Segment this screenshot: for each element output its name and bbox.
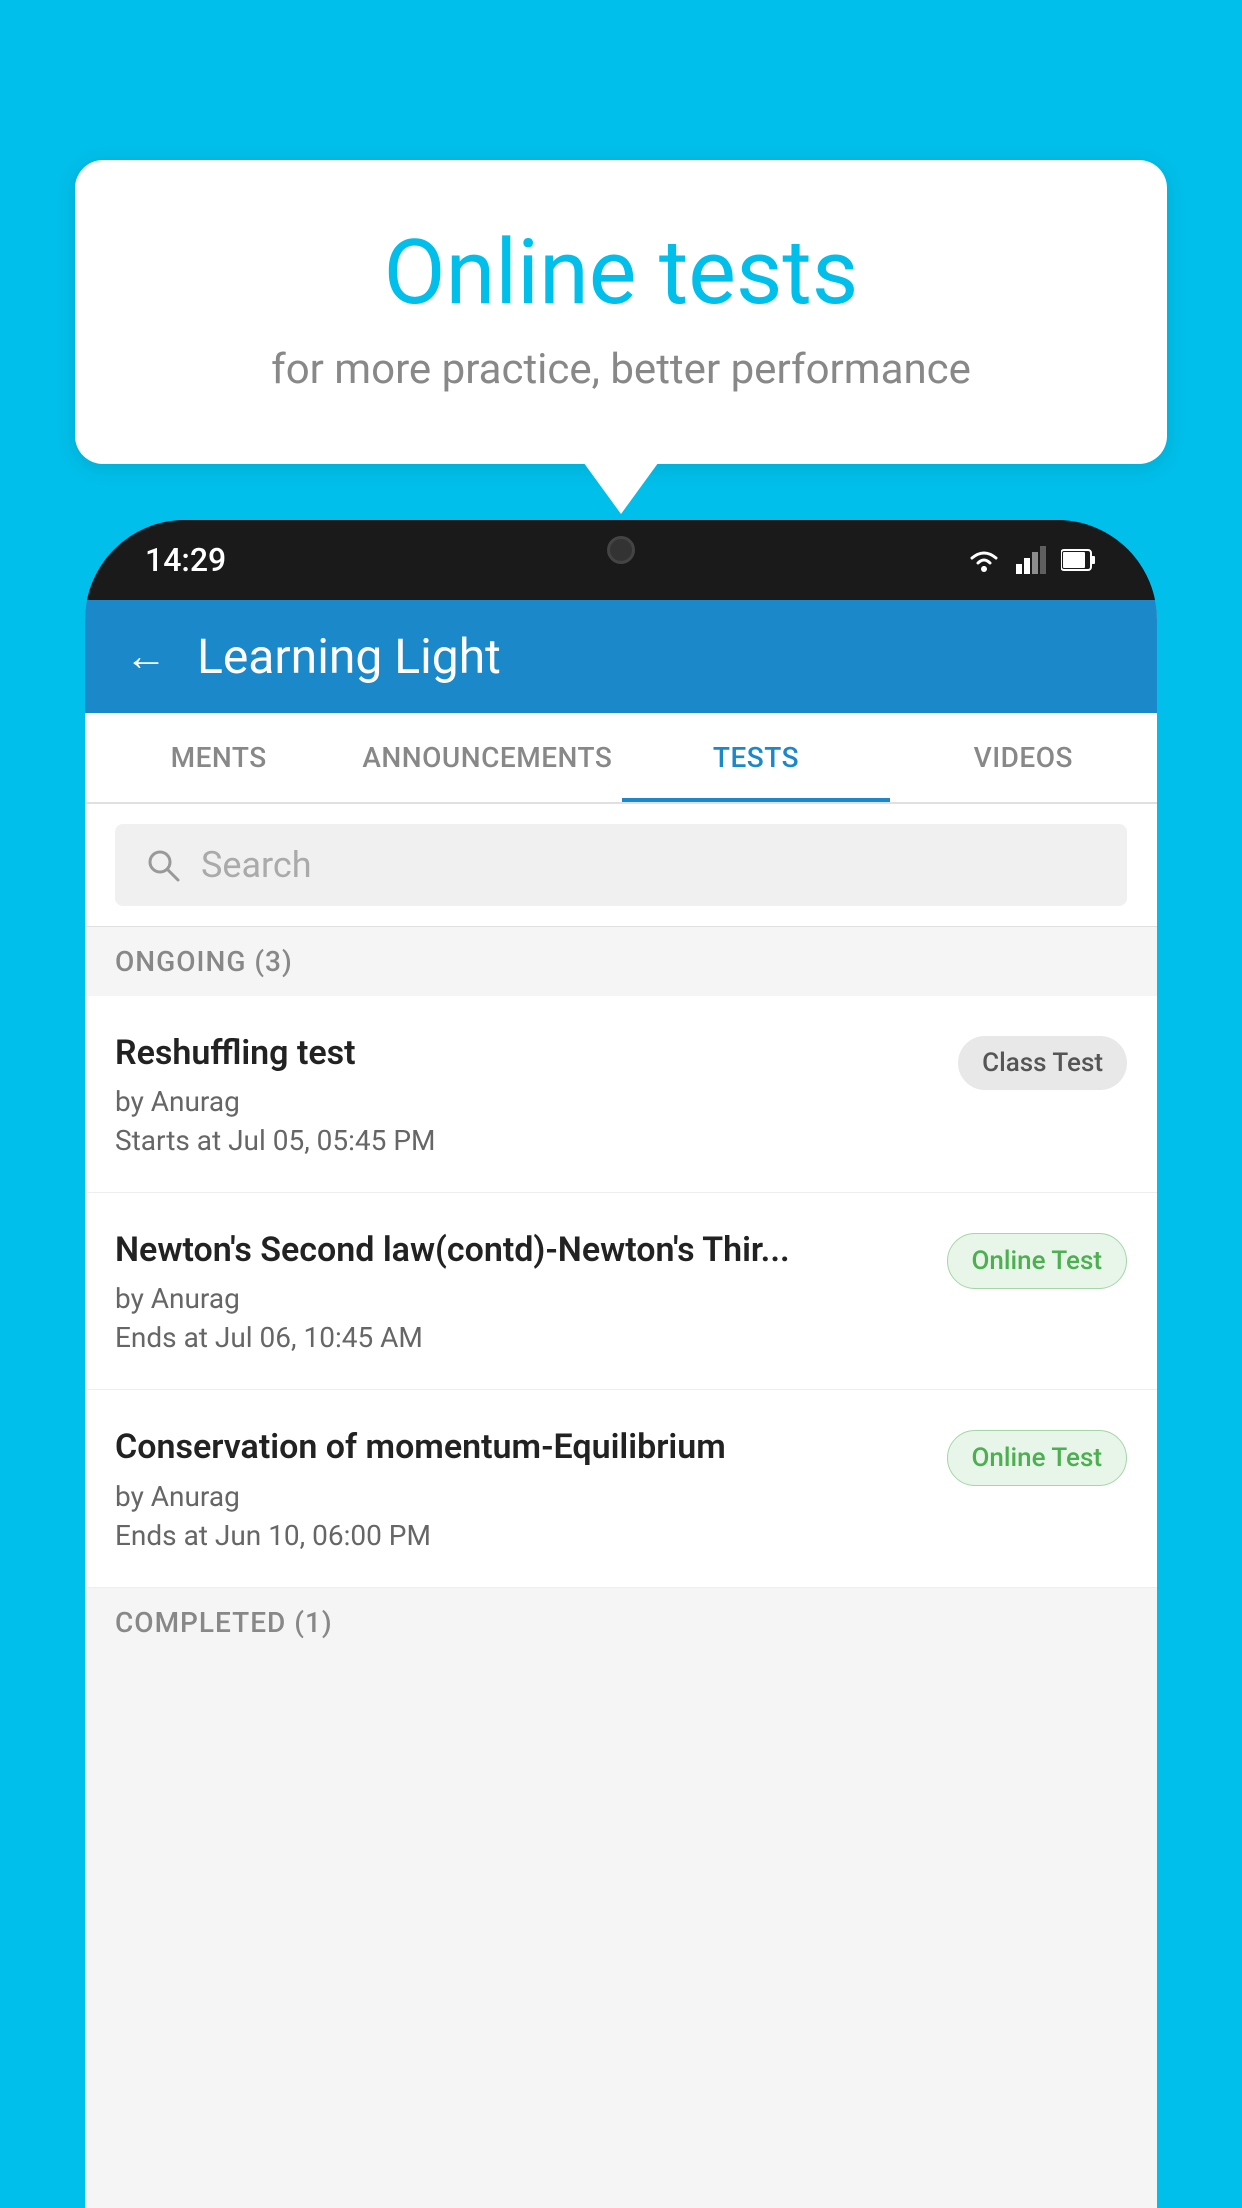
test-list: Reshuffling test by Anurag Starts at Jul… bbox=[85, 996, 1157, 1588]
test-badge: Online Test bbox=[947, 1233, 1128, 1289]
test-info: Newton's Second law(contd)-Newton's Thir… bbox=[115, 1228, 927, 1354]
test-item[interactable]: Conservation of momentum-Equilibrium by … bbox=[85, 1390, 1157, 1587]
camera bbox=[607, 536, 635, 564]
search-bar[interactable]: Search bbox=[115, 824, 1127, 906]
test-by: by Anurag bbox=[115, 1480, 927, 1513]
test-item[interactable]: Newton's Second law(contd)-Newton's Thir… bbox=[85, 1193, 1157, 1390]
test-badge: Online Test bbox=[947, 1430, 1128, 1486]
test-time: Ends at Jun 10, 06:00 PM bbox=[115, 1519, 927, 1552]
test-name: Reshuffling test bbox=[115, 1031, 938, 1075]
test-info: Conservation of momentum-Equilibrium by … bbox=[115, 1425, 927, 1551]
test-time: Ends at Jul 06, 10:45 AM bbox=[115, 1321, 927, 1354]
tab-bar: MENTS ANNOUNCEMENTS TESTS VIDEOS bbox=[85, 713, 1157, 804]
tab-videos[interactable]: VIDEOS bbox=[890, 713, 1157, 802]
back-button[interactable]: ← bbox=[125, 632, 167, 681]
phone-notch bbox=[531, 520, 711, 580]
ongoing-label: ONGOING (3) bbox=[85, 927, 1157, 996]
search-icon bbox=[145, 847, 181, 883]
status-time: 14:29 bbox=[145, 541, 226, 579]
test-info: Reshuffling test by Anurag Starts at Jul… bbox=[115, 1031, 938, 1157]
tab-tests[interactable]: TESTS bbox=[622, 713, 889, 802]
test-item[interactable]: Reshuffling test by Anurag Starts at Jul… bbox=[85, 996, 1157, 1193]
bubble-subtitle: for more practice, better performance bbox=[155, 345, 1087, 394]
completed-label: COMPLETED (1) bbox=[85, 1588, 1157, 1657]
status-icons bbox=[967, 546, 1097, 574]
test-by: by Anurag bbox=[115, 1085, 938, 1118]
search-placeholder-text: Search bbox=[201, 844, 312, 886]
search-container: Search bbox=[85, 804, 1157, 927]
tab-announcements[interactable]: ANNOUNCEMENTS bbox=[352, 713, 622, 802]
test-by: by Anurag bbox=[115, 1282, 927, 1315]
tab-ments[interactable]: MENTS bbox=[85, 713, 352, 802]
signal-icon bbox=[1016, 546, 1046, 574]
phone-frame: 14:29 bbox=[85, 520, 1157, 2208]
wifi-icon bbox=[967, 546, 1001, 574]
app-header: ← Learning Light bbox=[85, 600, 1157, 713]
test-badge: Class Test bbox=[958, 1036, 1127, 1090]
test-time: Starts at Jul 05, 05:45 PM bbox=[115, 1124, 938, 1157]
app-title: Learning Light bbox=[197, 628, 501, 685]
status-bar: 14:29 bbox=[85, 520, 1157, 600]
test-name: Conservation of momentum-Equilibrium bbox=[115, 1425, 927, 1469]
speech-bubble: Online tests for more practice, better p… bbox=[75, 160, 1167, 464]
bubble-title: Online tests bbox=[155, 220, 1087, 325]
phone-screen: ← Learning Light MENTS ANNOUNCEMENTS TES… bbox=[85, 600, 1157, 2208]
test-name: Newton's Second law(contd)-Newton's Thir… bbox=[115, 1228, 927, 1272]
battery-icon bbox=[1061, 548, 1097, 572]
